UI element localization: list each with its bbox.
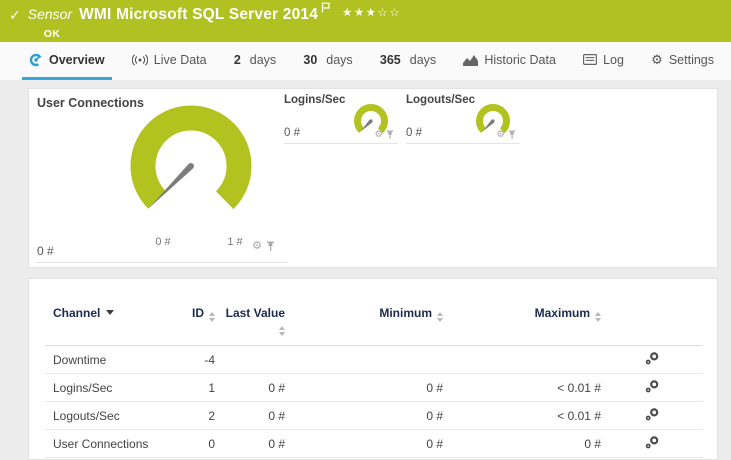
channel-id: 1	[185, 373, 215, 402]
channel-last-value: 0 #	[215, 373, 285, 402]
divider	[35, 262, 287, 263]
channel-id: -4	[185, 345, 215, 374]
channel-minimum: 0 #	[285, 401, 443, 430]
channel-maximum	[443, 345, 601, 374]
gauge-title: Logins/Sec	[284, 94, 346, 106]
channel-minimum: 0 #	[285, 373, 443, 402]
channel-maximum: 0 #	[443, 429, 601, 458]
channels-table-panel: Channel ID Last Value Minimum Maximum Do…	[28, 278, 718, 460]
table-row: User Connections 0 0 # 0 # 0 #	[45, 429, 703, 458]
channel-settings-icon[interactable]	[645, 435, 659, 449]
table-row: Downtime -4	[45, 345, 703, 374]
gauge-settings-gear-icon[interactable]: ⚙	[496, 130, 505, 140]
tab-label: days	[326, 52, 353, 67]
status-badge: OK	[43, 28, 61, 40]
channel-last-value	[215, 345, 285, 374]
channel-settings-icon[interactable]	[645, 407, 659, 421]
gauge-dial	[130, 105, 252, 227]
gauge-current-value: 0 #	[284, 127, 300, 139]
tab-log[interactable]: Log	[576, 42, 631, 80]
sensor-title: WMI Microsoft SQL Server 2014	[79, 6, 319, 23]
gauges-panel: User Connections 0 # 1 # 0 # ⚙ Logins/Se…	[28, 88, 718, 268]
sensor-status-bar: ✓ Sensor WMI Microsoft SQL Server 2014 ★…	[0, 0, 731, 42]
column-header-minimum[interactable]: Minimum	[285, 279, 443, 346]
channel-id: 0	[185, 429, 215, 458]
channel-maximum: < 0.01 #	[443, 373, 601, 402]
channel-name: Logins/Sec	[45, 373, 185, 402]
gear-icon: ⚙	[651, 52, 663, 67]
area-chart-icon	[463, 54, 479, 66]
tab-label: Overview	[49, 52, 105, 67]
channel-minimum	[285, 345, 443, 374]
gauge-icon	[29, 53, 43, 66]
column-header-settings	[601, 279, 703, 346]
sort-icon	[209, 312, 215, 322]
broadcast-icon	[131, 53, 148, 66]
divider	[284, 143, 398, 144]
sort-desc-icon	[106, 310, 115, 315]
tab-label: Historic Data	[484, 52, 556, 67]
tab-30-days[interactable]: 30 days	[296, 42, 359, 80]
sensor-tab-bar: Overview Live Data 2 days 30 days 365 da…	[0, 42, 731, 80]
tab-settings[interactable]: ⚙ Settings	[644, 42, 721, 80]
tab-label: days	[249, 52, 277, 67]
priority-stars[interactable]: ★★★☆☆	[342, 4, 401, 22]
gauge-current-value: 0 #	[37, 244, 54, 258]
gauge-logins-sec: Logins/Sec 0 # ⚙	[284, 89, 398, 144]
tab-label: Live Data	[153, 52, 207, 67]
gauge-title: Logouts/Sec	[406, 94, 476, 106]
sort-icon	[595, 312, 601, 322]
flag-icon	[321, 0, 330, 18]
object-kind-label: Sensor	[27, 6, 73, 22]
channel-maximum: < 0.01 #	[443, 401, 601, 430]
tab-label: days	[409, 52, 437, 67]
gauge-user-connections: User Connections 0 # 1 # 0 # ⚙	[35, 89, 287, 265]
sort-icon	[279, 326, 285, 336]
log-icon	[583, 54, 598, 65]
channel-id: 2	[185, 401, 215, 430]
gauge-settings-gear-icon[interactable]: ⚙	[374, 130, 383, 140]
column-header-maximum[interactable]: Maximum	[443, 279, 601, 346]
column-header-last-value[interactable]: Last Value	[215, 279, 285, 346]
overview-content: User Connections 0 # 1 # 0 # ⚙ Logins/Se…	[0, 80, 731, 460]
column-header-channel[interactable]: Channel	[45, 279, 185, 346]
channel-name: User Connections	[45, 429, 185, 458]
gauge-scale-max: 1 #	[227, 236, 243, 248]
pin-icon[interactable]	[266, 241, 275, 252]
pin-icon[interactable]	[508, 130, 516, 140]
tab-365-days[interactable]: 365 days	[373, 42, 443, 80]
gauge-logouts-sec: Logouts/Sec 0 # ⚙	[406, 89, 520, 144]
table-row: Logouts/Sec 2 0 # 0 # < 0.01 #	[45, 401, 703, 430]
tab-historic-data[interactable]: Historic Data	[456, 42, 563, 80]
tab-overview[interactable]: Overview	[22, 42, 112, 80]
table-row: Logins/Sec 1 0 # 0 # < 0.01 #	[45, 373, 703, 402]
gauge-scale-min: 0 #	[155, 236, 171, 248]
channel-name: Logouts/Sec	[45, 401, 185, 430]
tab-live-data[interactable]: Live Data	[125, 42, 214, 80]
tab-label: Log	[603, 52, 624, 67]
channel-name: Downtime	[45, 345, 185, 374]
gauge-current-value: 0 #	[406, 127, 422, 139]
channel-last-value: 0 #	[215, 429, 285, 458]
channels-table: Channel ID Last Value Minimum Maximum Do…	[45, 279, 703, 458]
tab-label: Settings	[668, 52, 714, 67]
channel-last-value: 0 #	[215, 401, 285, 430]
sort-icon	[437, 312, 443, 322]
tab-2-days[interactable]: 2 days	[227, 42, 283, 80]
channel-settings-icon[interactable]	[645, 379, 659, 393]
pin-icon[interactable]	[386, 130, 394, 140]
check-icon: ✓	[9, 7, 21, 23]
column-header-id[interactable]: ID	[185, 279, 215, 346]
divider	[406, 143, 520, 144]
channel-settings-icon[interactable]	[645, 351, 659, 365]
channel-minimum: 0 #	[285, 429, 443, 458]
gauge-settings-gear-icon[interactable]: ⚙	[252, 241, 262, 252]
